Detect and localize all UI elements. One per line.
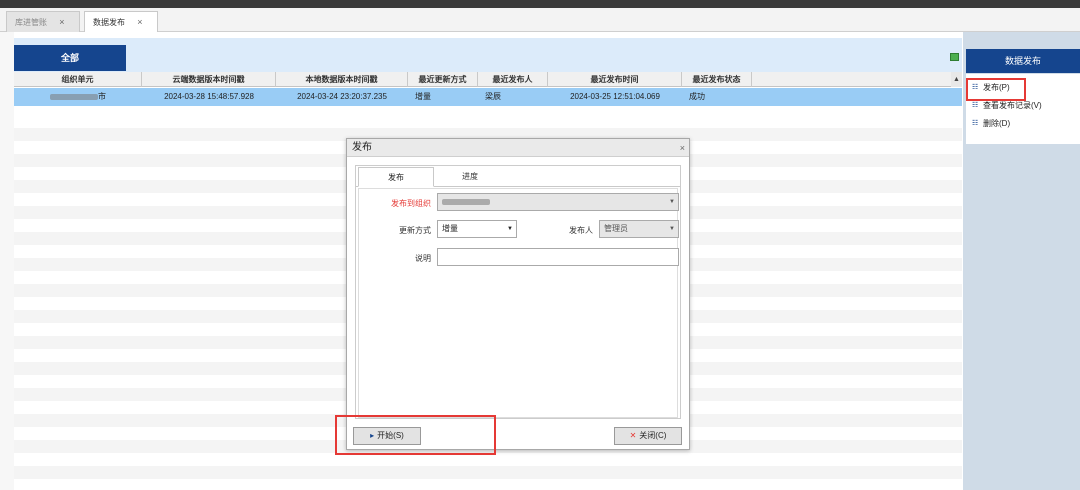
cell-update-mode: 增量 [415,92,431,101]
panel-title: 数据发布 [966,49,1080,73]
col-publish-status[interactable]: 最近发布状态 [682,72,752,87]
empty-row [14,466,962,479]
list-icon: ☷ [972,119,979,127]
menu-item-delete[interactable]: ☷ 删除(D) [972,116,1010,132]
form-panel: 发布到组织 ▼ 更新方式 增量 ▼ 发布人 管理员 ▼ 说明 [358,188,679,418]
tab-publish[interactable]: 发布 [358,167,434,187]
dialog-title: 发布 × [347,139,689,157]
dialog-body: 发布 进度 发布到组织 ▼ 更新方式 增量 ▼ 发布人 管理员 ▼ 说明 [355,165,681,419]
scroll-up-icon[interactable]: ▲ [951,72,962,87]
export-icon[interactable] [950,53,959,61]
grid-header: 组织单元 云端数据版本时间戳 本地数据版本时间戳 最近更新方式 最近发布人 最近… [14,72,962,87]
close-icon[interactable]: × [680,139,685,157]
cell-publish-time: 2024-03-25 12:51:04.069 [570,92,660,101]
cell-publish-status: 成功 [689,92,705,101]
tab-bar: 库进管账 × 数据发布 × [0,8,1080,33]
col-local-ts[interactable]: 本地数据版本时间戳 [276,72,408,87]
chevron-down-icon: ▼ [507,226,513,232]
cell-publisher: 梁辰 [485,92,501,101]
redacted-text [50,93,98,100]
note-input[interactable] [437,248,679,266]
toolbar: 全部 [14,38,962,74]
left-edge [0,32,14,490]
list-icon: ☷ [972,101,979,109]
cell-local-ts: 2024-03-24 23:20:37.235 [297,92,387,101]
chevron-down-icon: ▼ [669,226,675,232]
col-org-unit[interactable]: 组织单元 [14,72,142,87]
col-update-mode[interactable]: 最近更新方式 [408,72,478,87]
tab-data-publish[interactable]: 数据发布 × [84,11,158,33]
tab-label: 数据发布 [93,18,125,27]
publish-to-org-label: 发布到组织 [391,199,431,208]
close-button[interactable]: ✕ 关闭(C) [614,427,682,445]
highlight-box [335,415,496,455]
tab-ku-jin-guan-zhang[interactable]: 库进管账 × [6,11,80,32]
redacted-text [442,198,490,205]
publisher-label: 发布人 [569,226,593,235]
update-mode-label: 更新方式 [399,226,431,235]
all-button[interactable]: 全部 [14,45,126,71]
highlight-box [966,78,1026,101]
note-label: 说明 [415,254,431,263]
red-x-icon: ✕ [629,431,637,440]
chevron-down-icon: ▼ [669,199,675,205]
close-icon[interactable]: × [59,17,64,27]
window-top-strip [0,0,1080,8]
tab-label: 库进管账 [15,18,47,27]
cell-cloud-ts: 2024-03-28 15:48:57.928 [164,92,254,101]
close-icon[interactable]: × [137,17,142,27]
publisher-select[interactable]: 管理员 ▼ [599,220,679,238]
col-publish-time[interactable]: 最近发布时间 [548,72,682,87]
tab-progress[interactable]: 进度 [440,167,500,187]
col-publisher[interactable]: 最近发布人 [478,72,548,87]
cell-org-unit: 市 [14,88,142,106]
publish-dialog: 发布 × 发布 进度 发布到组织 ▼ 更新方式 增量 ▼ 发布人 管理员 ▼ 说… [346,138,690,450]
update-mode-select[interactable]: 增量 ▼ [437,220,517,238]
col-cloud-ts[interactable]: 云端数据版本时间戳 [142,72,276,87]
table-row[interactable]: 市 2024-03-28 15:48:57.928 2024-03-24 23:… [14,88,962,106]
publish-to-org-select[interactable]: ▼ [437,193,679,211]
